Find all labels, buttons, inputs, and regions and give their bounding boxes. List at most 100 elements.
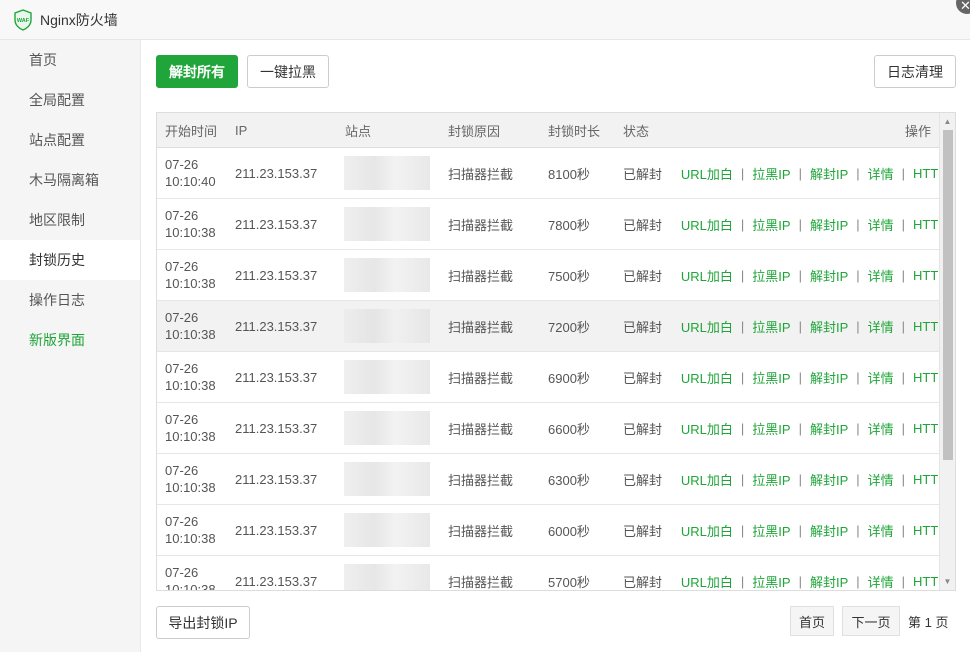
unban-ip-link[interactable]: 解封IP — [810, 521, 848, 540]
action-separator: | — [740, 267, 745, 283]
ban-ip-link[interactable]: 拉黑IP — [752, 266, 790, 285]
action-separator: | — [856, 522, 860, 538]
action-separator: | — [856, 165, 860, 181]
reason-cell: 扫描器拦截 — [448, 268, 514, 284]
url-whitelist-link[interactable]: URL加白 — [681, 419, 733, 438]
ban-ip-link[interactable]: 拉黑IP — [752, 470, 790, 489]
url-whitelist-link[interactable]: URL加白 — [681, 164, 733, 183]
start-date: 07-26 — [165, 157, 199, 172]
url-whitelist-link[interactable]: URL加白 — [681, 572, 733, 591]
table-row: 07-26 10:10:38 211.23.153.37 扫描器拦截 6300秒 已解封 U… — [157, 454, 955, 505]
sidebar-item-global-config[interactable]: 全局配置 — [0, 80, 140, 120]
unban-ip-link[interactable]: 解封IP — [810, 572, 848, 591]
action-separator: | — [740, 318, 745, 334]
sidebar-item-home[interactable]: 首页 — [0, 40, 140, 80]
ip-cell: 211.23.153.37 — [235, 420, 318, 436]
url-whitelist-link[interactable]: URL加白 — [681, 521, 733, 540]
action-separator: | — [901, 165, 906, 181]
unban-ip-link[interactable]: 解封IP — [810, 266, 848, 285]
scroll-up-arrow-icon[interactable]: ▲ — [940, 114, 955, 129]
table-row: 07-26 10:10:38 211.23.153.37 扫描器拦截 6600秒 已解封 U… — [157, 403, 955, 454]
table-scrollbar[interactable]: ▲ ▼ — [939, 113, 955, 590]
sidebar-item-trojan-quarantine[interactable]: 木马隔离箱 — [0, 160, 140, 200]
action-separator: | — [901, 522, 906, 538]
sidebar-item-operation-log[interactable]: 操作日志 — [0, 280, 140, 320]
sidebar-item-site-config[interactable]: 站点配置 — [0, 120, 140, 160]
start-time-cell: 07-26 10:10:38 — [165, 352, 216, 402]
unban-ip-link[interactable]: 解封IP — [810, 317, 848, 336]
close-icon[interactable]: ✕ — [956, 0, 970, 14]
column-header-actions: 操作 — [904, 123, 931, 139]
first-page-button[interactable]: 首页 — [790, 606, 834, 636]
action-separator: | — [798, 318, 802, 334]
ban-history-table: 开始时间 IP 站点 封锁原因 封锁时长 状态 操作 07-26 10:10:40… — [156, 112, 956, 591]
table-row: 07-26 10:10:38 211.23.153.37 扫描器拦截 6900秒 已解封 U… — [157, 352, 955, 403]
sidebar-item-new-ui[interactable]: 新版界面 — [0, 320, 140, 360]
details-link[interactable]: 详情 — [868, 470, 894, 489]
action-separator: | — [901, 216, 906, 232]
export-banned-ip-button[interactable]: 导出封锁IP — [156, 606, 250, 639]
details-link[interactable]: 详情 — [868, 419, 894, 438]
column-header-time: 开始时间 — [165, 123, 218, 139]
url-whitelist-link[interactable]: URL加白 — [681, 266, 733, 285]
ip-cell: 211.23.153.37 — [235, 165, 318, 181]
ban-ip-link[interactable]: 拉黑IP — [752, 521, 790, 540]
table-row: 07-26 10:10:40 211.23.153.37 扫描器拦截 8100秒 已解封 U… — [157, 148, 955, 199]
url-whitelist-link[interactable]: URL加白 — [681, 215, 733, 234]
details-link[interactable]: 详情 — [868, 266, 894, 285]
action-separator: | — [856, 267, 860, 283]
ban-ip-link[interactable]: 拉黑IP — [752, 317, 790, 336]
details-link[interactable]: 详情 — [868, 368, 894, 387]
start-time: 10:10:38 — [165, 429, 216, 444]
site-cell-redacted — [344, 156, 430, 190]
url-whitelist-link[interactable]: URL加白 — [681, 317, 733, 336]
ban-ip-link[interactable]: 拉黑IP — [752, 368, 790, 387]
details-link[interactable]: 详情 — [868, 572, 894, 591]
details-link[interactable]: 详情 — [868, 521, 894, 540]
unban-all-button[interactable]: 解封所有 — [156, 55, 238, 88]
unban-ip-link[interactable]: 解封IP — [810, 470, 848, 489]
table-row: 07-26 10:10:38 211.23.153.37 扫描器拦截 7800秒 已解封 U… — [157, 199, 955, 250]
one-click-ban-button[interactable]: 一键拉黑 — [247, 55, 329, 88]
scroll-down-arrow-icon[interactable]: ▼ — [940, 574, 955, 589]
ban-ip-link[interactable]: 拉黑IP — [752, 164, 790, 183]
sidebar-item-ban-history[interactable]: 封锁历史 — [0, 240, 140, 280]
action-separator: | — [901, 471, 906, 487]
unban-ip-link[interactable]: 解封IP — [810, 215, 848, 234]
actions-cell: URL加白 | 拉黑IP | 解封IP | 详情 | HTTP — [681, 454, 947, 504]
window-title: Nginx防火墙 — [40, 11, 118, 28]
scrollbar-thumb[interactable] — [943, 130, 953, 460]
start-date: 07-26 — [165, 463, 199, 478]
ban-ip-link[interactable]: 拉黑IP — [752, 419, 790, 438]
start-time-cell: 07-26 10:10:38 — [165, 301, 216, 351]
clear-log-button[interactable]: 日志清理 — [874, 55, 956, 88]
next-page-button[interactable]: 下一页 — [842, 606, 900, 636]
action-separator: | — [740, 216, 745, 232]
ban-ip-link[interactable]: 拉黑IP — [752, 215, 790, 234]
action-separator: | — [856, 216, 860, 232]
details-link[interactable]: 详情 — [868, 215, 894, 234]
url-whitelist-link[interactable]: URL加白 — [681, 470, 733, 489]
start-time: 10:10:38 — [165, 378, 216, 393]
site-cell-redacted — [344, 513, 430, 547]
action-separator: | — [740, 573, 745, 589]
column-header-site: 站点 — [345, 123, 372, 139]
status-cell: 已解封 — [623, 319, 663, 335]
start-time-cell: 07-26 10:10:38 — [165, 454, 216, 504]
unban-ip-link[interactable]: 解封IP — [810, 368, 848, 387]
ban-ip-link[interactable]: 拉黑IP — [752, 572, 790, 591]
details-link[interactable]: 详情 — [868, 317, 894, 336]
unban-ip-link[interactable]: 解封IP — [810, 164, 848, 183]
url-whitelist-link[interactable]: URL加白 — [681, 368, 733, 387]
actions-cell: URL加白 | 拉黑IP | 解封IP | 详情 | HTTP — [681, 148, 947, 198]
ip-cell: 211.23.153.37 — [235, 471, 318, 487]
duration-cell: 7500秒 — [548, 268, 590, 284]
sidebar-item-region-limit[interactable]: 地区限制 — [0, 200, 140, 240]
details-link[interactable]: 详情 — [868, 164, 894, 183]
ip-cell: 211.23.153.37 — [235, 369, 318, 385]
actions-cell: URL加白 | 拉黑IP | 解封IP | 详情 | HTTP — [681, 556, 947, 591]
unban-ip-link[interactable]: 解封IP — [810, 419, 848, 438]
reason-cell: 扫描器拦截 — [448, 370, 514, 386]
site-cell-redacted — [344, 411, 430, 445]
action-separator: | — [798, 267, 802, 283]
